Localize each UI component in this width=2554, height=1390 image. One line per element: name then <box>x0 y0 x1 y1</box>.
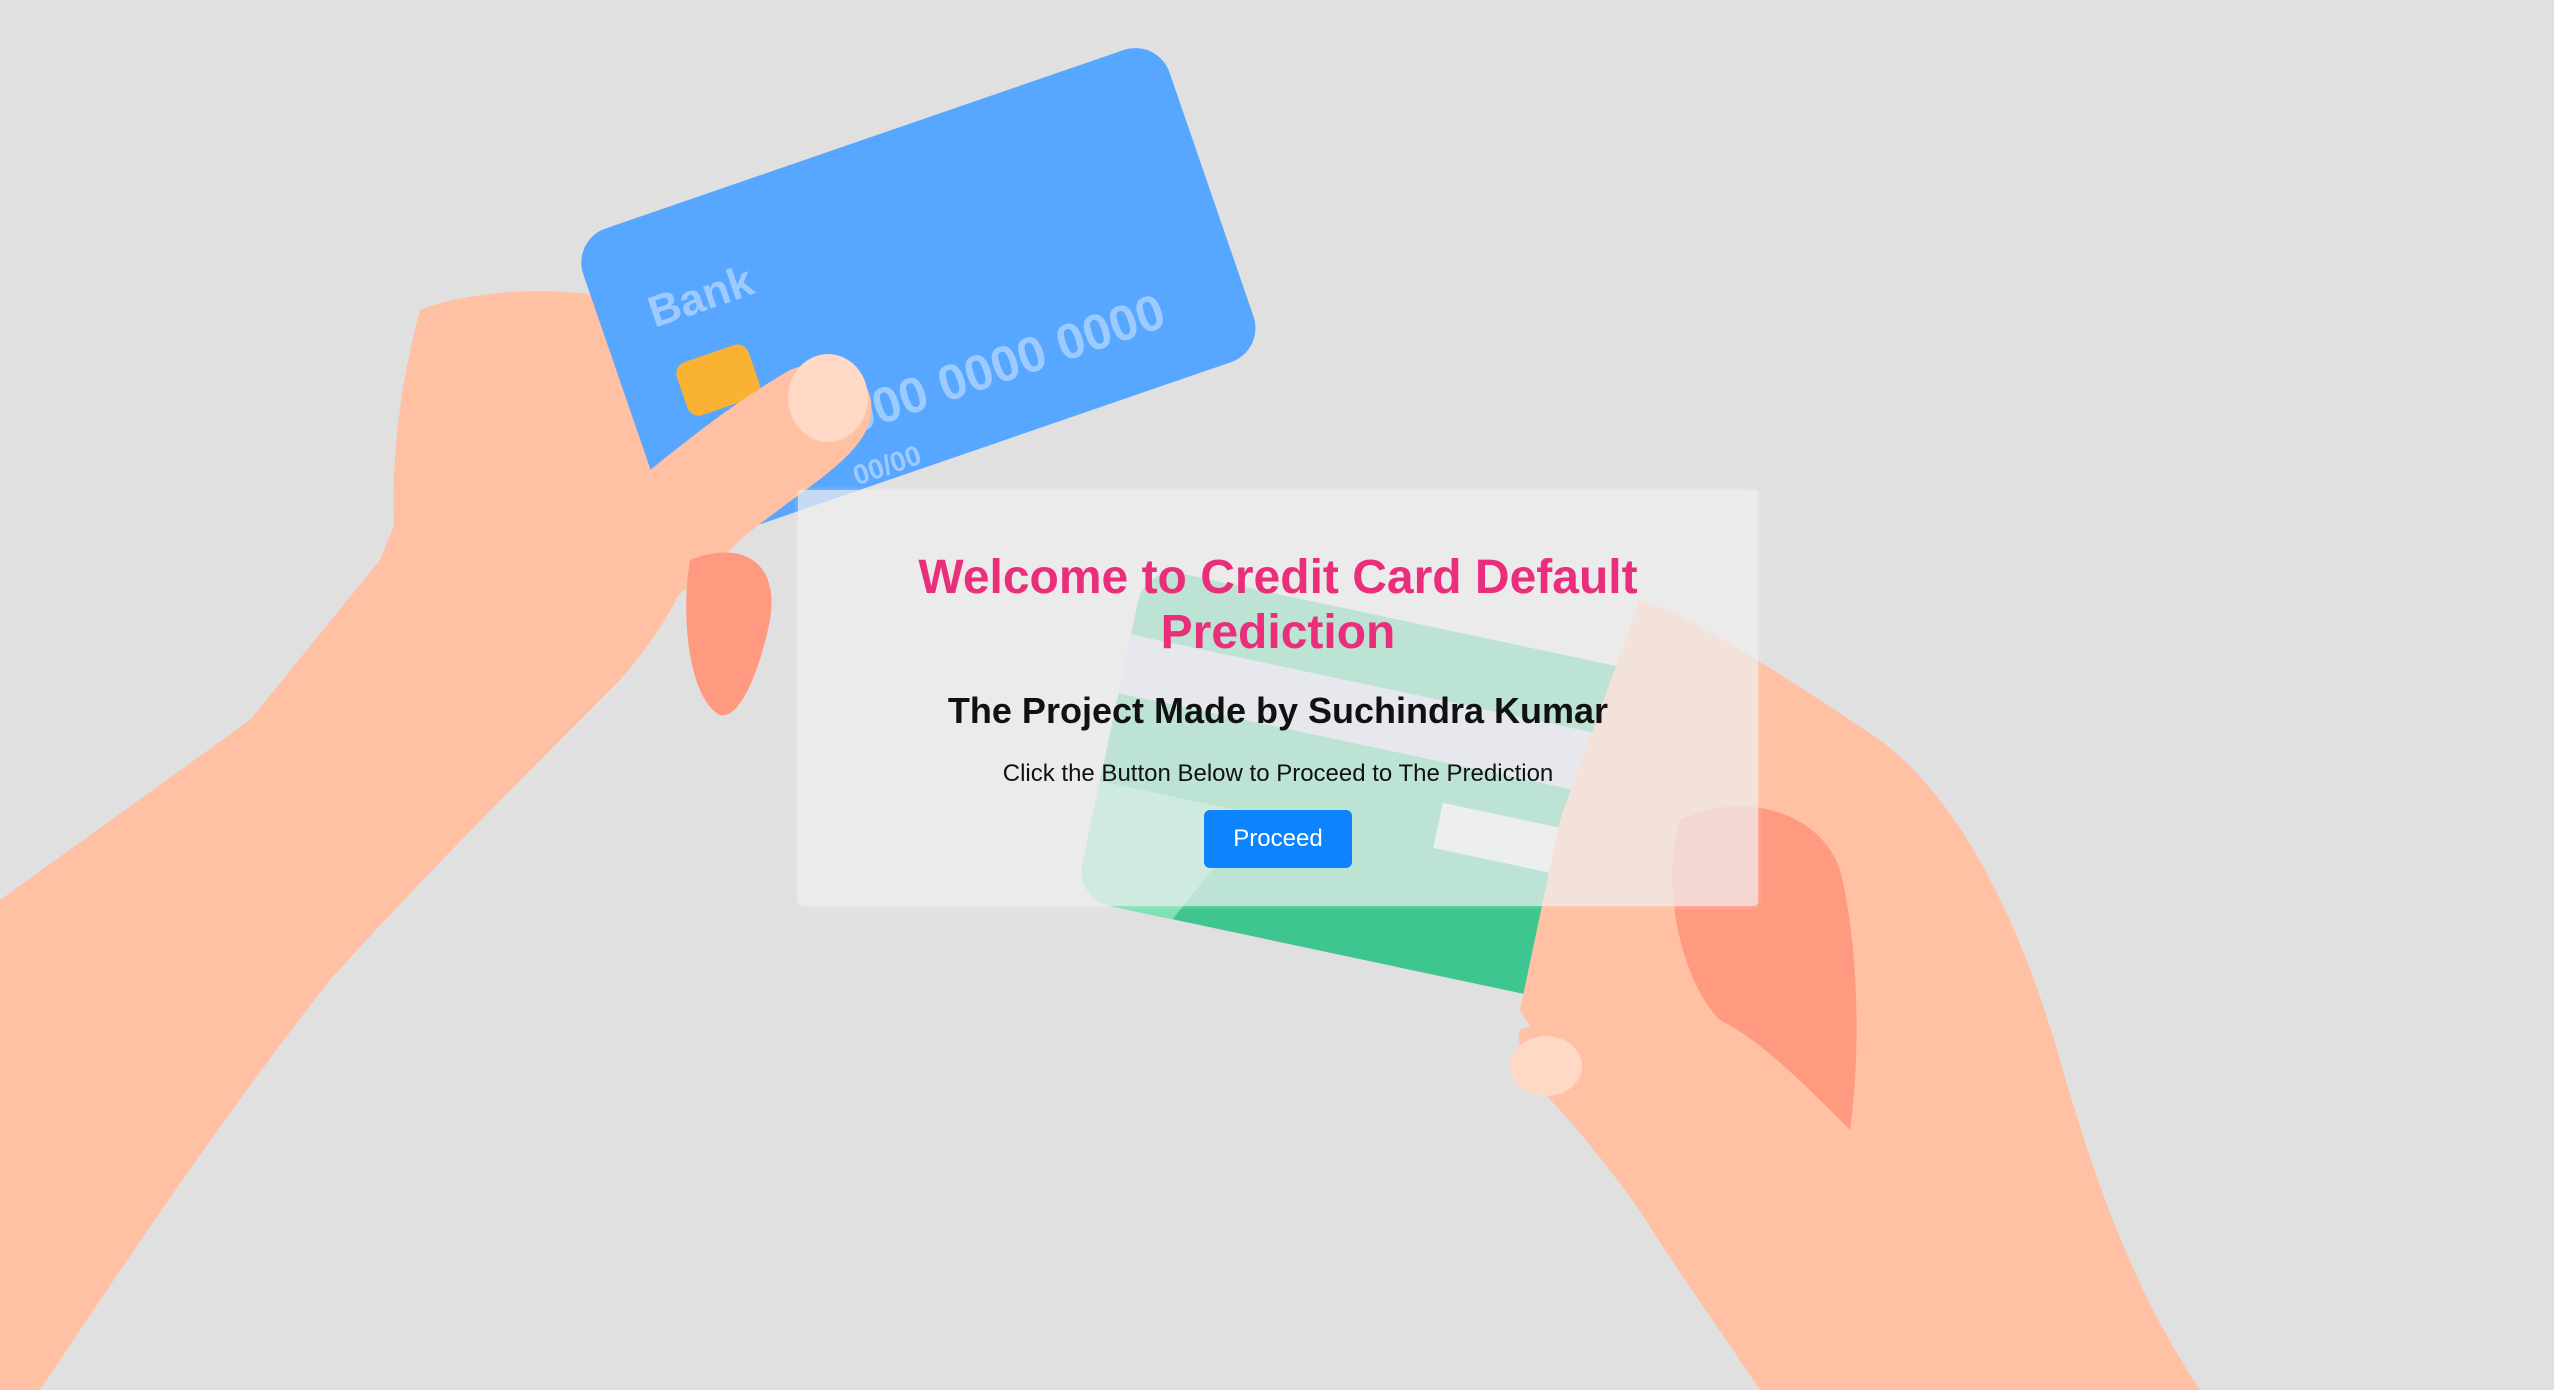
page-title: Welcome to Credit Card Default Predictio… <box>918 551 1638 659</box>
welcome-panel: Welcome to Credit Card Default Predictio… <box>798 490 1758 906</box>
right-thumbnail-shape <box>1510 1036 1582 1096</box>
author-subtitle: The Project Made by Suchindra Kumar <box>947 690 1609 731</box>
left-finger-shadow <box>686 552 772 716</box>
left-thumbnail-shape <box>788 354 868 442</box>
page-root: Bank 0000 0000 0000 0000 00/00 Welcome t… <box>0 0 2554 1390</box>
proceed-button[interactable]: Proceed <box>1204 810 1352 868</box>
instruction-text: Click the Button Below to Proceed to The… <box>1002 760 1554 787</box>
